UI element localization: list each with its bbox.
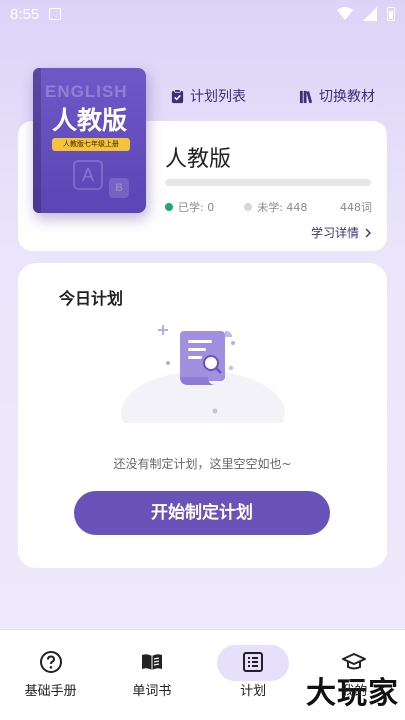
book-cover[interactable]: ENGLISH 人教版 人教版七年级上册 A B xyxy=(33,68,146,213)
study-detail-link[interactable]: 学习详情 xyxy=(311,224,373,241)
nav-label-basic-handbook: 基础手册 xyxy=(24,684,77,699)
total-words: 448词 xyxy=(340,201,372,214)
nav-label-mine: 我的 xyxy=(341,684,368,699)
book-name: 人教版 xyxy=(165,147,232,172)
status-time: 8:55 xyxy=(10,5,40,23)
notification-icon xyxy=(49,8,62,20)
study-detail-label: 学习详情 xyxy=(310,226,359,240)
signal-icon xyxy=(363,7,377,21)
nav-icon-wrap xyxy=(140,650,164,680)
plan-list-label: 计划列表 xyxy=(190,89,246,105)
nav-item-basic-handbook[interactable]: 基础手册 xyxy=(0,630,101,720)
cover-title: 人教版 xyxy=(51,106,127,135)
graduation-cap-icon xyxy=(342,653,367,670)
stat-learned: 已学: 0 xyxy=(165,199,214,215)
wifi-icon xyxy=(337,7,353,20)
empty-plan-text: 还没有制定计划，这里空空如也~ xyxy=(113,457,292,471)
books-icon xyxy=(299,90,313,103)
progress-bar xyxy=(165,179,371,186)
switch-book-button[interactable]: 切换教材 xyxy=(299,86,375,106)
cover-subtitle-badge: 人教版七年级上册 xyxy=(52,138,130,151)
cover-english-text: ENGLISH xyxy=(45,82,128,101)
learned-label: 已学: 0 xyxy=(178,201,215,214)
open-book-icon xyxy=(141,654,162,670)
cover-letter-a: A xyxy=(73,160,103,190)
plan-list-button[interactable]: 计划列表 xyxy=(170,86,246,106)
nav-label-wordbook: 单词书 xyxy=(132,684,172,699)
nav-item-wordbook[interactable]: 单词书 xyxy=(101,630,202,720)
battery-icon xyxy=(387,7,395,21)
learned-dot xyxy=(165,203,173,211)
switch-book-label: 切换教材 xyxy=(319,89,375,105)
nav-icon-wrap xyxy=(39,650,63,680)
empty-plan-illustration xyxy=(121,325,285,423)
chevron-right-icon xyxy=(365,228,371,237)
word-stats: 已学: 0 未学: 448 448词 xyxy=(165,199,372,215)
today-plan-card: 今日计划 还没有制定计划，这里空空如也~ 开始制定计划 xyxy=(18,263,387,568)
plan-title: 今日计划 xyxy=(59,289,124,308)
nav-label-plan: 计划 xyxy=(240,684,267,699)
question-circle-icon xyxy=(39,651,62,673)
unlearned-dot xyxy=(244,203,253,211)
list-icon xyxy=(243,652,264,672)
clipboard-check-icon xyxy=(171,88,184,103)
top-links: 计划列表 切换教材 xyxy=(170,86,375,106)
nav-icon-wrap xyxy=(342,650,367,680)
cover-letter-b: B xyxy=(109,178,129,198)
start-plan-button[interactable]: 开始制定计划 xyxy=(74,491,330,535)
nav-item-plan[interactable]: 计划 xyxy=(203,630,304,720)
unlearned-label: 未学: 448 xyxy=(257,201,308,214)
status-icons xyxy=(337,7,395,21)
status-bar: 8:55 xyxy=(0,0,405,28)
nav-icon-wrap xyxy=(241,650,265,680)
stat-unlearned: 未学: 448 xyxy=(244,199,307,215)
